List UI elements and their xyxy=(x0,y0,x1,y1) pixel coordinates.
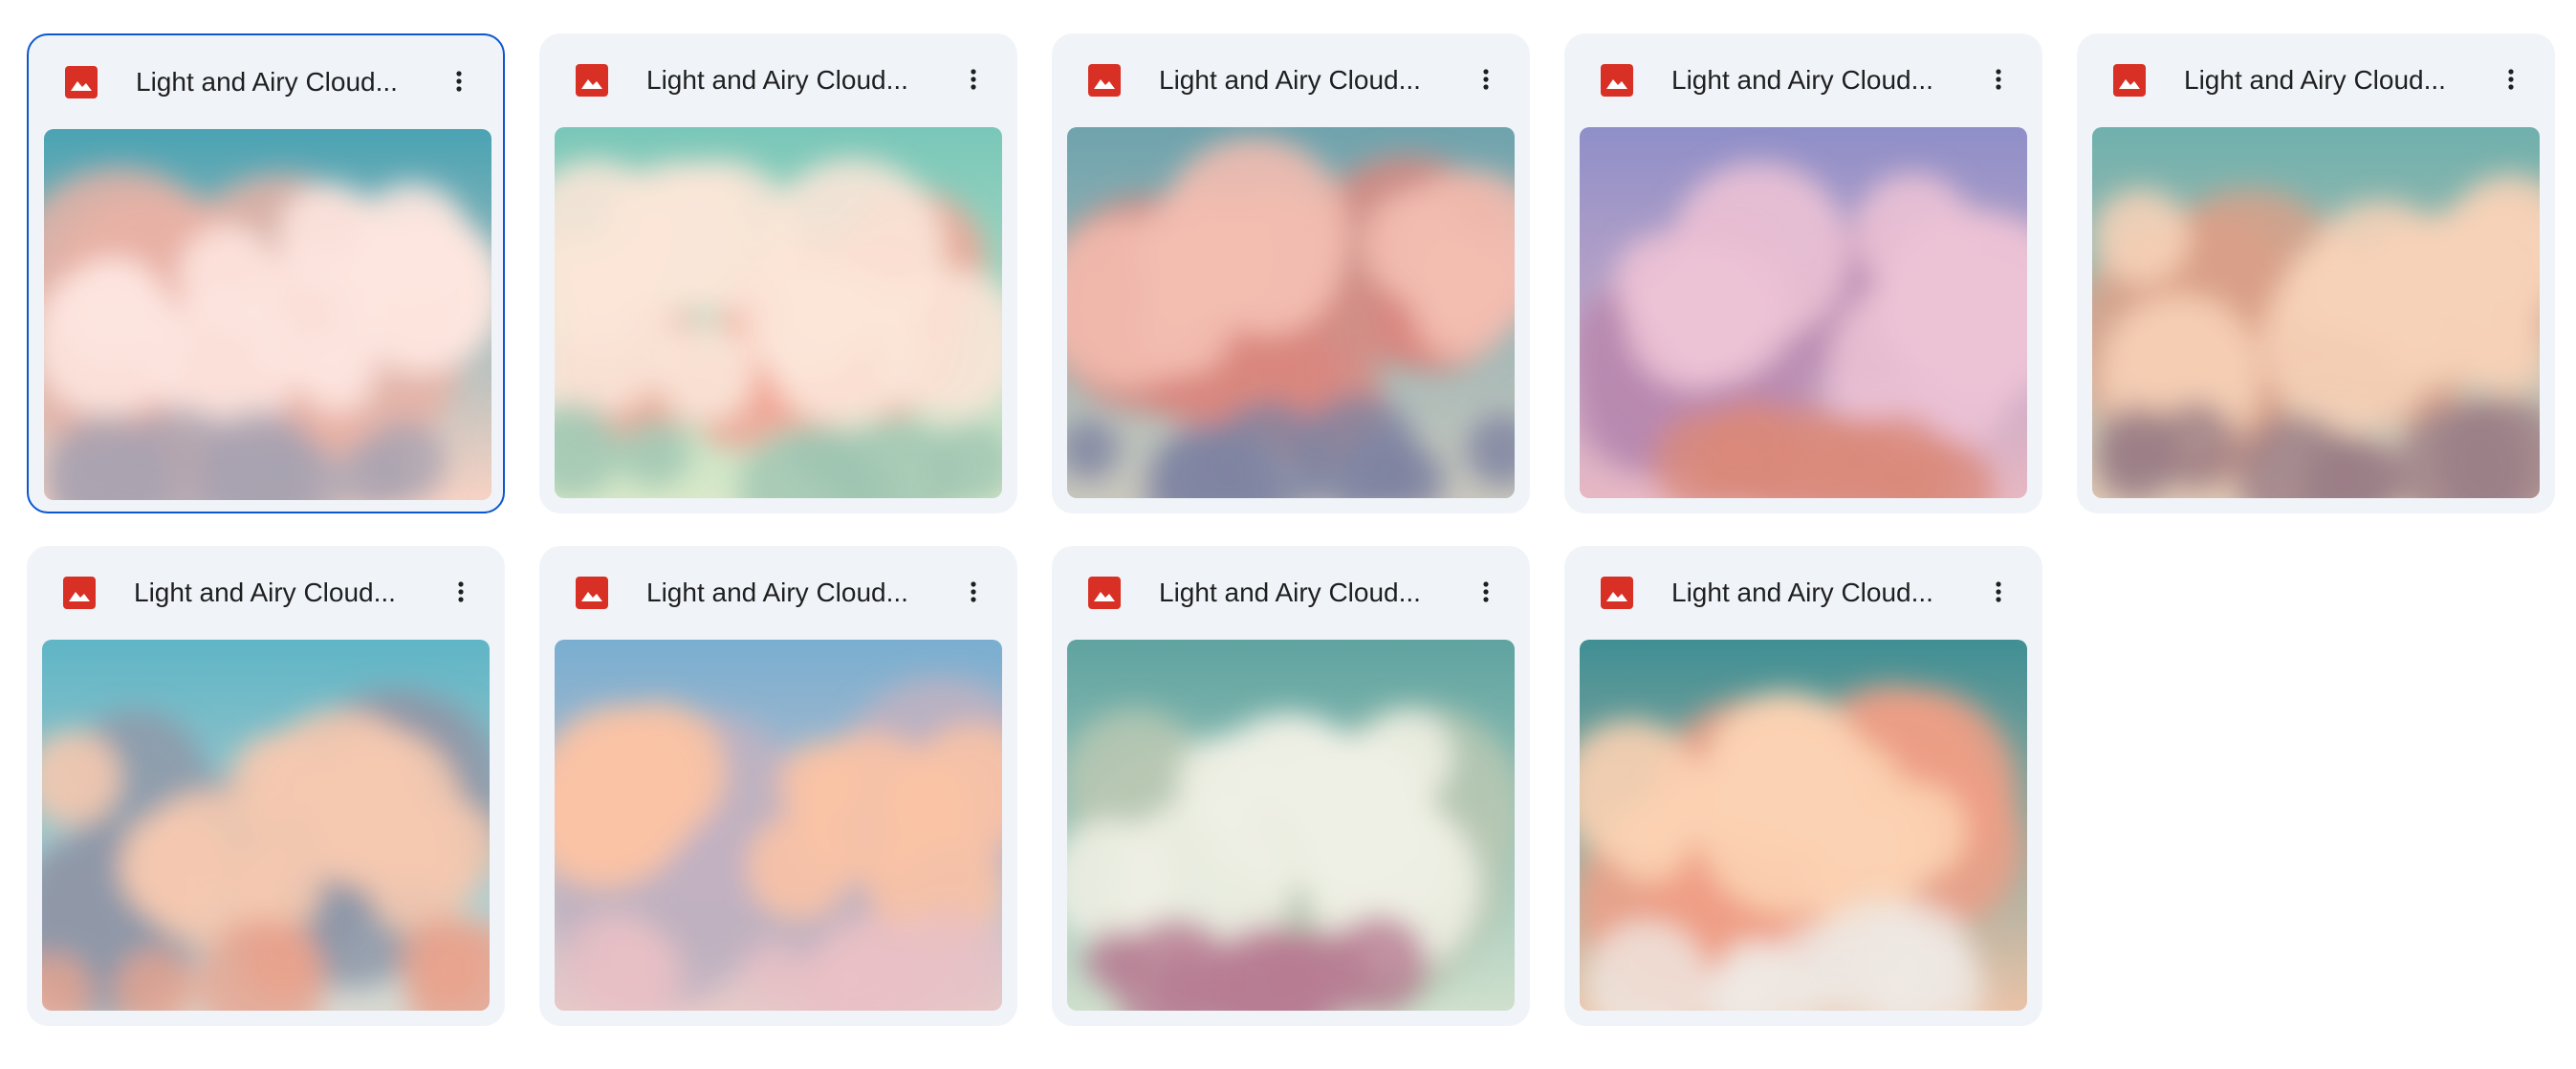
more-vert-icon xyxy=(2508,69,2514,90)
file-title[interactable]: Light and Airy Cloud... xyxy=(1671,64,1968,97)
more-options-button[interactable] xyxy=(950,569,996,615)
file-thumbnail[interactable] xyxy=(1580,127,2027,498)
file-card-2[interactable]: Light and Airy Cloud... xyxy=(539,33,1017,513)
file-card-7[interactable]: Light and Airy Cloud... xyxy=(539,546,1017,1026)
file-card-header: Light and Airy Cloud... xyxy=(2077,33,2555,133)
file-card-header: Light and Airy Cloud... xyxy=(1564,546,2042,645)
more-vert-icon xyxy=(1996,581,2001,602)
file-card-header: Light and Airy Cloud... xyxy=(27,546,505,645)
file-title[interactable]: Light and Airy Cloud... xyxy=(1159,64,1455,97)
image-file-icon xyxy=(1088,577,1121,609)
file-thumbnail[interactable] xyxy=(1067,127,1515,498)
file-card-9[interactable]: Light and Airy Cloud... xyxy=(1564,546,2042,1026)
file-card-header: Light and Airy Cloud... xyxy=(29,35,503,135)
cloud-image xyxy=(555,127,1002,498)
file-title[interactable]: Light and Airy Cloud... xyxy=(1159,577,1455,609)
more-vert-icon xyxy=(1996,69,2001,90)
cloud-image xyxy=(1067,640,1515,1011)
more-vert-icon xyxy=(1483,69,1489,90)
image-file-icon xyxy=(1601,577,1633,609)
file-title[interactable]: Light and Airy Cloud... xyxy=(134,577,430,609)
cloud-image xyxy=(2092,127,2540,498)
file-title[interactable]: Light and Airy Cloud... xyxy=(2184,64,2480,97)
file-title[interactable]: Light and Airy Cloud... xyxy=(646,64,943,97)
file-card-3[interactable]: Light and Airy Cloud... xyxy=(1052,33,1530,513)
file-thumbnail[interactable] xyxy=(555,127,1002,498)
file-thumbnail[interactable] xyxy=(555,640,1002,1011)
cloud-image xyxy=(1580,127,2027,498)
cloud-image xyxy=(1067,127,1515,498)
image-file-icon xyxy=(63,577,96,609)
image-file-icon xyxy=(576,577,608,609)
cloud-image xyxy=(1580,640,2027,1011)
more-options-button[interactable] xyxy=(950,56,996,102)
image-file-icon xyxy=(1601,64,1633,97)
more-options-button[interactable] xyxy=(438,569,484,615)
file-thumbnail[interactable] xyxy=(42,640,490,1011)
more-vert-icon xyxy=(1483,581,1489,602)
more-options-button[interactable] xyxy=(2488,56,2534,102)
file-card-1[interactable]: Light and Airy Cloud... xyxy=(27,33,505,513)
image-file-icon xyxy=(2113,64,2146,97)
file-card-header: Light and Airy Cloud... xyxy=(1052,546,1530,645)
file-grid: Light and Airy Cloud... Light and Airy C… xyxy=(0,0,2576,1069)
file-card-4[interactable]: Light and Airy Cloud... xyxy=(1564,33,2042,513)
file-title[interactable]: Light and Airy Cloud... xyxy=(1671,577,1968,609)
more-vert-icon xyxy=(971,581,976,602)
file-thumbnail[interactable] xyxy=(44,129,491,500)
file-thumbnail[interactable] xyxy=(1067,640,1515,1011)
more-vert-icon xyxy=(458,581,464,602)
file-card-header: Light and Airy Cloud... xyxy=(539,546,1017,645)
file-card-header: Light and Airy Cloud... xyxy=(1052,33,1530,133)
cloud-image xyxy=(42,640,490,1011)
more-options-button[interactable] xyxy=(1976,569,2021,615)
file-card-header: Light and Airy Cloud... xyxy=(539,33,1017,133)
more-options-button[interactable] xyxy=(436,58,482,104)
file-card-8[interactable]: Light and Airy Cloud... xyxy=(1052,546,1530,1026)
more-options-button[interactable] xyxy=(1976,56,2021,102)
image-file-icon xyxy=(1088,64,1121,97)
file-thumbnail[interactable] xyxy=(2092,127,2540,498)
file-thumbnail[interactable] xyxy=(1580,640,2027,1011)
cloud-image xyxy=(44,129,491,500)
more-vert-icon xyxy=(456,71,462,92)
more-options-button[interactable] xyxy=(1463,569,1509,615)
file-title[interactable]: Light and Airy Cloud... xyxy=(646,577,943,609)
file-title[interactable]: Light and Airy Cloud... xyxy=(136,66,432,98)
more-options-button[interactable] xyxy=(1463,56,1509,102)
file-card-header: Light and Airy Cloud... xyxy=(1564,33,2042,133)
image-file-icon xyxy=(65,66,98,98)
file-card-6[interactable]: Light and Airy Cloud... xyxy=(27,546,505,1026)
cloud-image xyxy=(555,640,1002,1011)
image-file-icon xyxy=(576,64,608,97)
file-card-5[interactable]: Light and Airy Cloud... xyxy=(2077,33,2555,513)
more-vert-icon xyxy=(971,69,976,90)
